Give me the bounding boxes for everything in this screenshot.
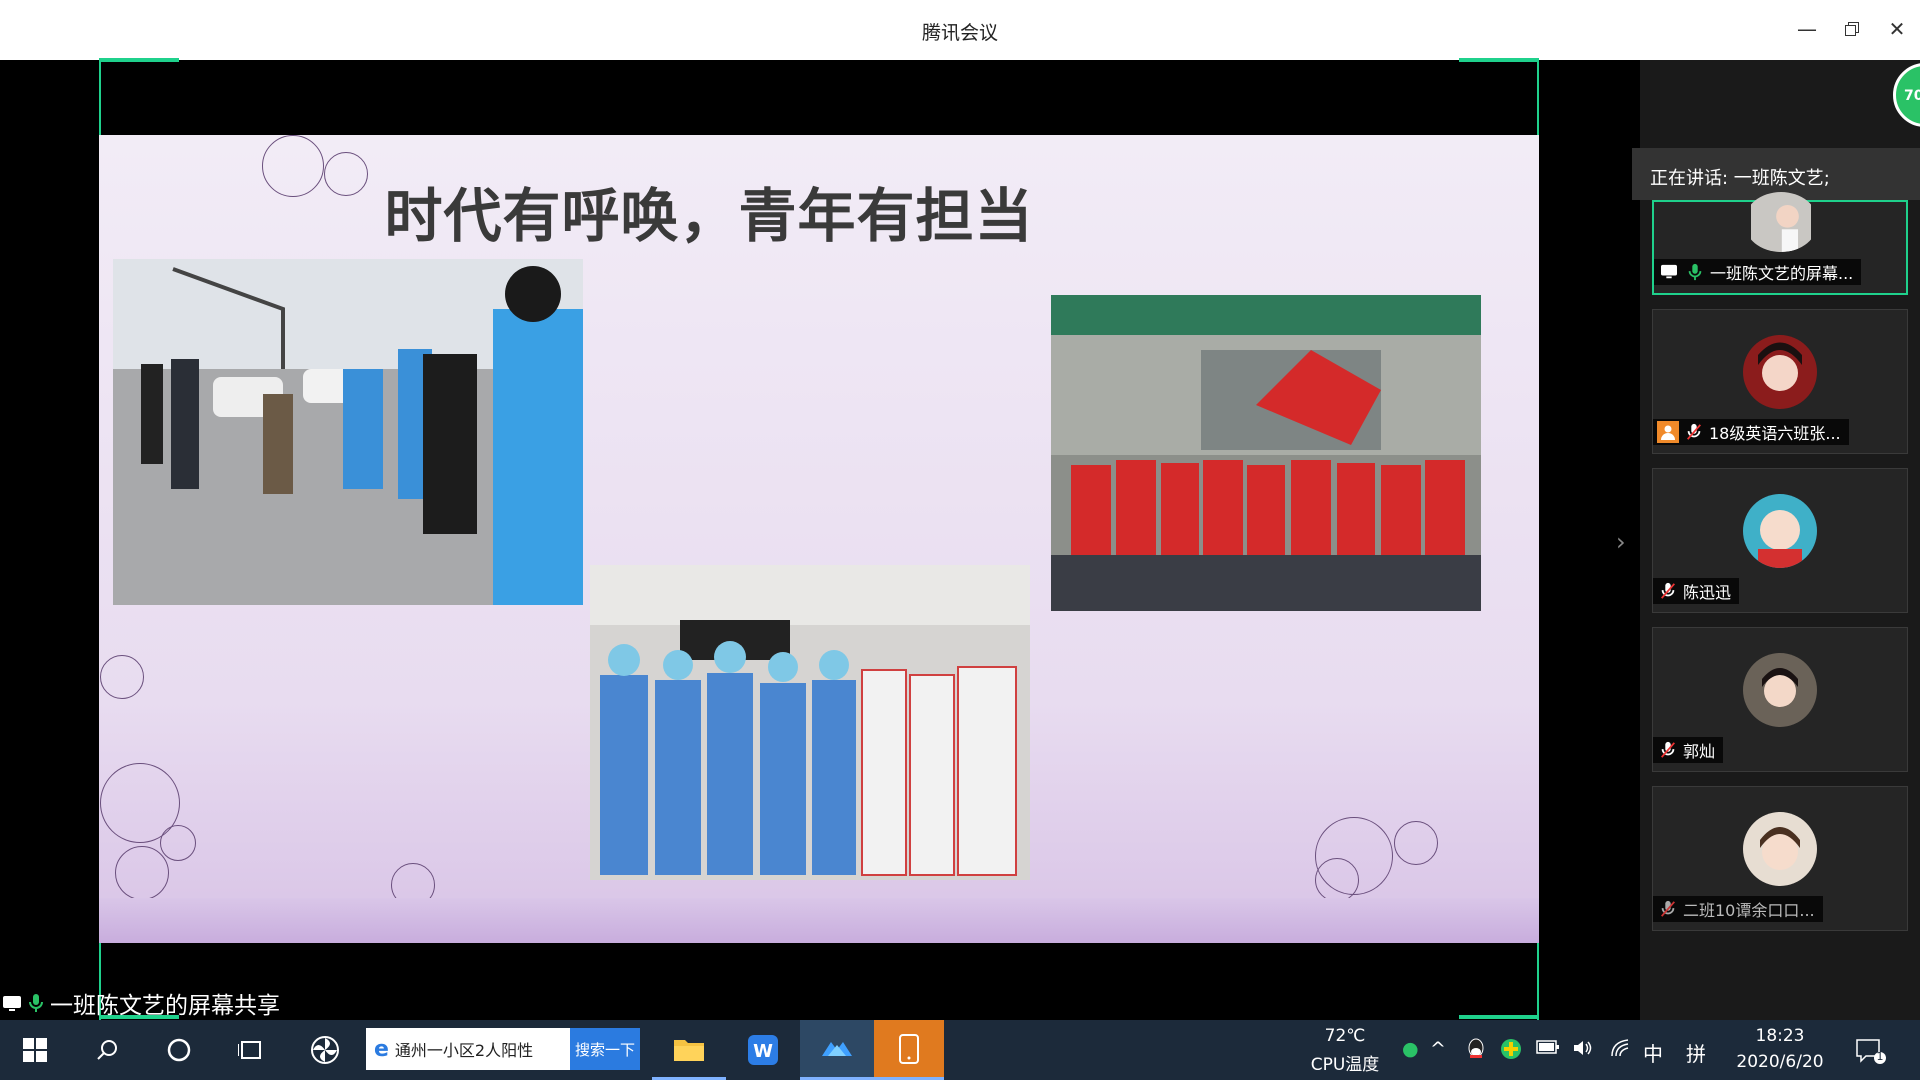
- restore-button[interactable]: [1837, 14, 1867, 44]
- mic-muted-icon: [1683, 421, 1705, 443]
- participant-name-tag: 一班陈文艺的屏幕...: [1654, 259, 1862, 285]
- presentation-slide: 时代有呼唤，青年有担当: [99, 135, 1539, 943]
- participant-name-tag: 18级英语六班张...: [1653, 419, 1849, 445]
- participant-tile[interactable]: 二班10谭余口口...: [1652, 786, 1908, 931]
- bubble-decoration: [1394, 821, 1438, 865]
- cpu-temperature: 72℃: [1324, 1026, 1366, 1046]
- cortana-icon[interactable]: [144, 1020, 214, 1080]
- security-app-icon[interactable]: [1500, 1038, 1522, 1065]
- bubble-decoration: [1315, 858, 1359, 902]
- participant-tile[interactable]: 陈迅迅: [1652, 468, 1908, 613]
- screen-share-label: 一班陈文艺的屏幕共享: [2, 988, 280, 1019]
- show-hidden-icons-chevron-icon[interactable]: ^: [1430, 1038, 1446, 1060]
- participant-name: 陈迅迅: [1683, 583, 1732, 602]
- avatar: [1743, 335, 1817, 409]
- frame-corner: [1459, 1015, 1539, 1019]
- title-bar: 腾讯会议 — ✕: [0, 0, 1920, 60]
- mic-muted-icon: [1657, 739, 1679, 761]
- bubble-decoration: [100, 655, 144, 699]
- screen-share-icon: [3, 996, 21, 1011]
- file-explorer-icon[interactable]: [652, 1020, 726, 1080]
- bubble-decoration: [115, 846, 169, 900]
- browser-search-input[interactable]: e 通州一小区2人阳性: [366, 1028, 570, 1070]
- tencent-meeting-icon[interactable]: [800, 1020, 874, 1080]
- network-status-icon[interactable]: ●: [1402, 1038, 1419, 1060]
- frame-corner: [99, 58, 179, 62]
- search-icon[interactable]: [72, 1020, 142, 1080]
- restore-icon: [1845, 22, 1859, 36]
- qq-icon[interactable]: [1466, 1038, 1486, 1065]
- participant-tile[interactable]: 一班陈文艺的屏幕...: [1652, 192, 1908, 295]
- search-button[interactable]: 搜索一下: [570, 1028, 640, 1070]
- participant-name: 18级英语六班张...: [1709, 424, 1841, 443]
- collapse-panel-chevron-icon[interactable]: ›: [1616, 528, 1626, 556]
- window-title: 腾讯会议: [921, 22, 998, 44]
- minimize-button[interactable]: —: [1792, 14, 1822, 44]
- bubble-decoration: [324, 152, 368, 196]
- participant-name-tag: 陈迅迅: [1653, 578, 1740, 604]
- search-input-value: 通州一小区2人阳性: [394, 1041, 534, 1060]
- svg-text:W: W: [753, 1041, 773, 1062]
- ime-language-indicator[interactable]: 中: [1643, 1038, 1663, 1067]
- close-button[interactable]: ✕: [1882, 14, 1912, 44]
- participant-tile[interactable]: 郭灿: [1652, 627, 1908, 772]
- photo-checkpoint: [113, 259, 583, 605]
- participant-name-tag: 郭灿: [1653, 737, 1724, 763]
- avatar: [1743, 812, 1817, 886]
- avatar: [1743, 494, 1817, 568]
- ime-mode-indicator[interactable]: 拼: [1686, 1038, 1706, 1067]
- mic-on-icon: [1684, 261, 1706, 283]
- screen-share-label-text: 一班陈文艺的屏幕共享: [50, 993, 280, 1019]
- participant-name: 郭灿: [1683, 742, 1716, 761]
- notification-count: 1: [1876, 1050, 1884, 1063]
- wps-writer-icon[interactable]: W: [726, 1020, 800, 1080]
- photo-medical-team: [590, 565, 1030, 880]
- photo-volunteers: [1051, 295, 1481, 611]
- volume-icon[interactable]: [1572, 1038, 1594, 1063]
- mic-muted-icon: [1657, 580, 1679, 602]
- participant-tile[interactable]: 18级英语六班张...: [1652, 309, 1908, 454]
- frame-corner: [1459, 58, 1539, 62]
- clock-time[interactable]: 18:23: [1720, 1026, 1840, 1046]
- screen-share-icon: [1658, 261, 1680, 283]
- participant-name-tag: 二班10谭余口口...: [1653, 896, 1823, 922]
- ie-icon: e: [374, 1036, 389, 1062]
- battery-icon[interactable]: [1536, 1038, 1560, 1060]
- clock-date[interactable]: 2020/6/20: [1720, 1052, 1840, 1072]
- bubble-decoration: [160, 825, 196, 861]
- avatar: [1743, 653, 1817, 727]
- bubble-decoration: [262, 135, 324, 197]
- participant-name: 二班10谭余口口...: [1683, 901, 1815, 920]
- windows-start-icon[interactable]: [0, 1020, 70, 1080]
- participant-name: 一班陈文艺的屏幕...: [1710, 264, 1854, 283]
- task-view-icon[interactable]: [216, 1020, 286, 1080]
- mic-muted-icon: [1657, 898, 1679, 920]
- taskbar: e 通州一小区2人阳性 搜索一下 W 72℃ CPU温度 ● ^ 中 拼 18:…: [0, 1020, 1920, 1080]
- pinwheel-app-icon[interactable]: [290, 1020, 360, 1080]
- user-icon: [1657, 421, 1679, 443]
- mic-on-icon: [29, 994, 43, 1012]
- slide-bottom-band: [99, 898, 1539, 943]
- wifi-icon[interactable]: [1610, 1038, 1632, 1063]
- cpu-temperature-label: CPU温度: [1310, 1055, 1380, 1075]
- phone-app-icon[interactable]: [874, 1020, 944, 1080]
- avatar: [1744, 192, 1818, 252]
